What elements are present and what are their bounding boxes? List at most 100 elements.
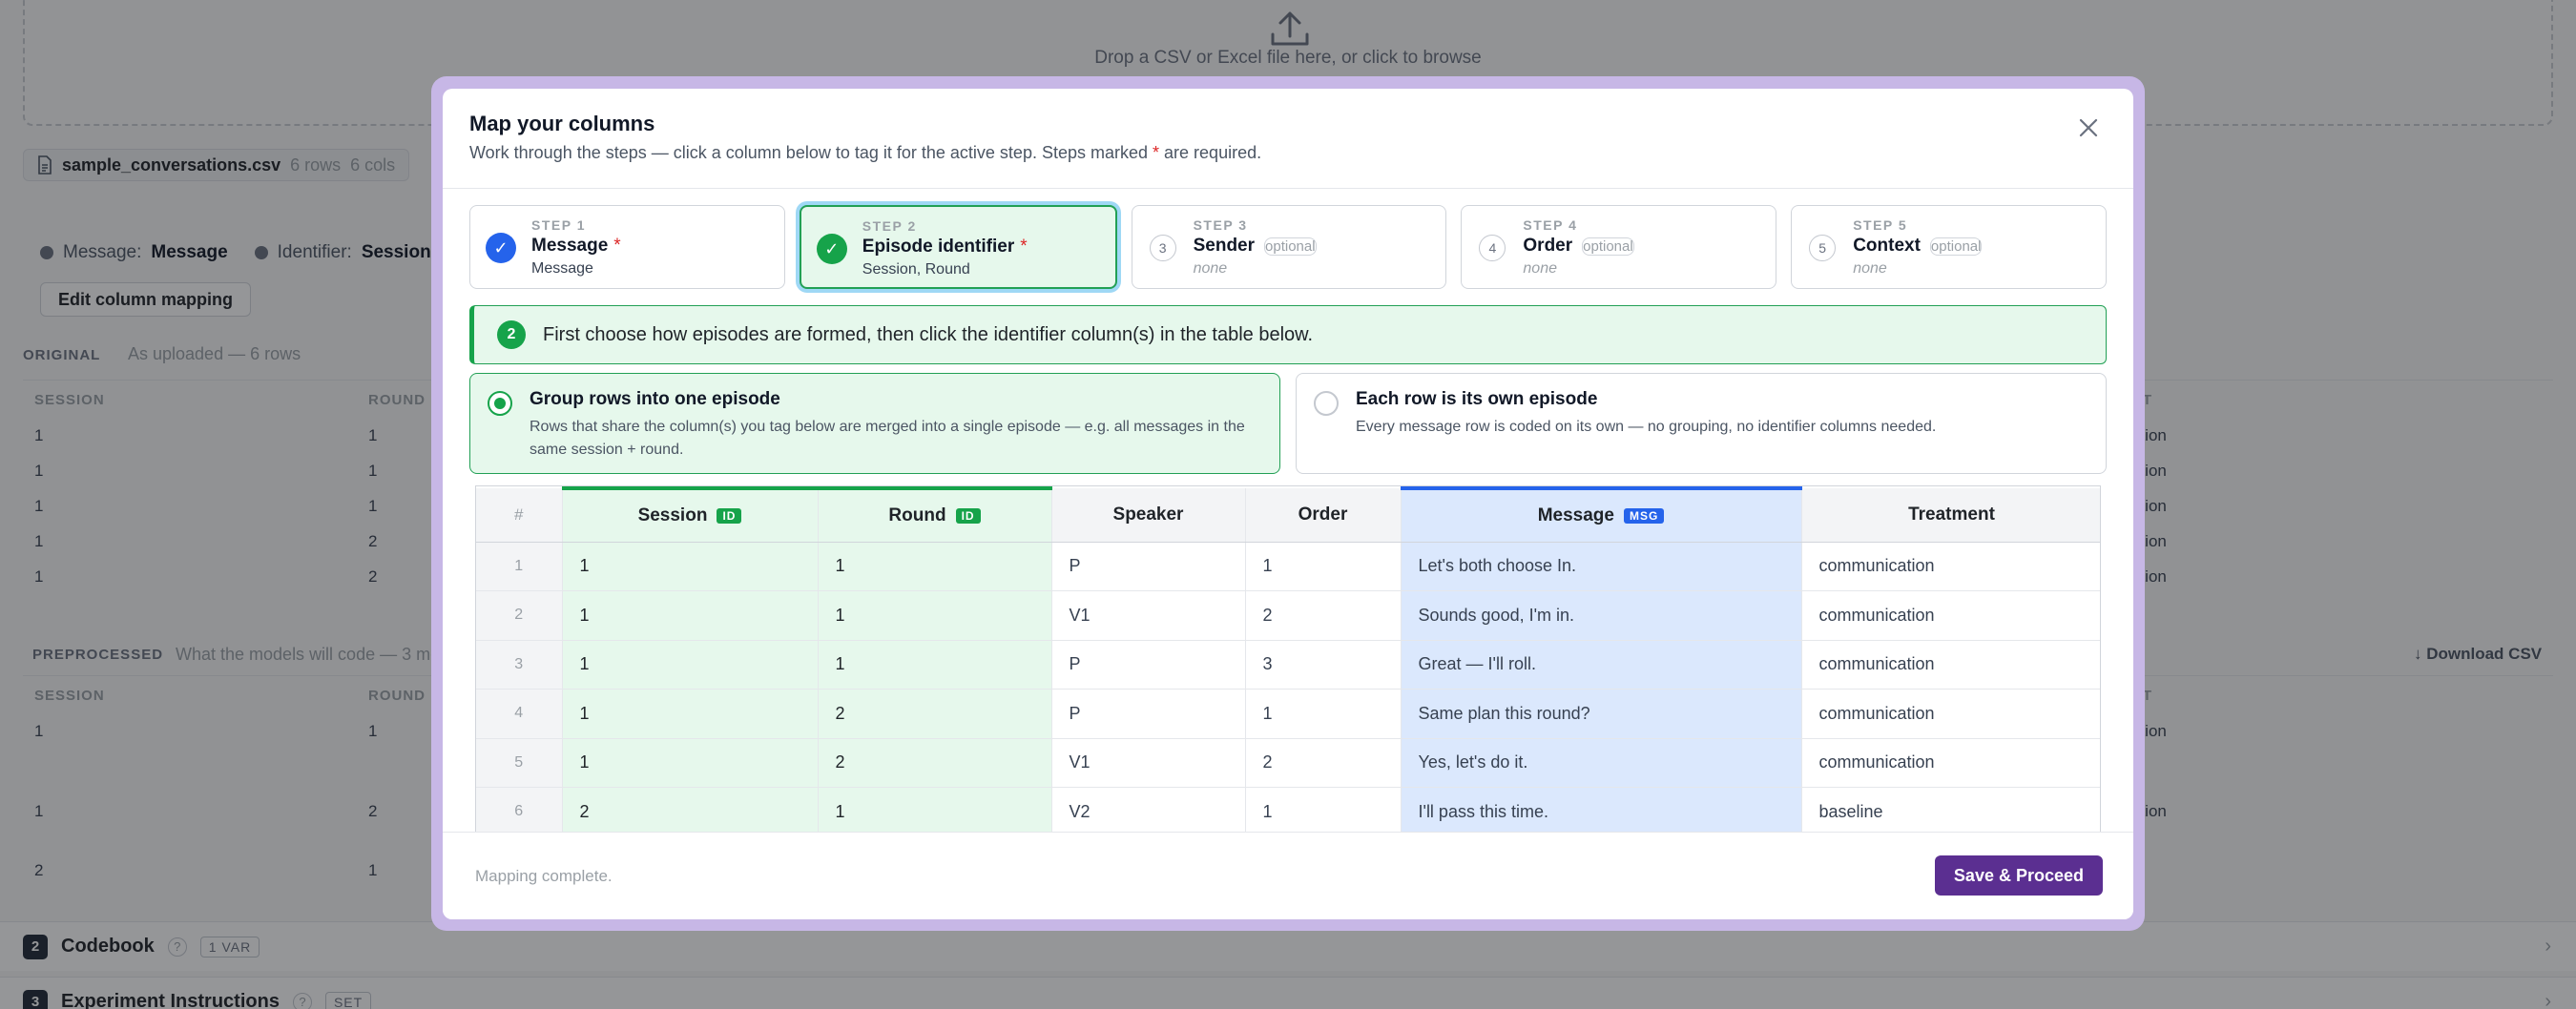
hint-step-number: 2 bbox=[497, 320, 526, 349]
step-value: Message bbox=[531, 260, 593, 277]
id-tag: ID bbox=[717, 507, 742, 524]
step-hint-banner: 2 First choose how episodes are formed, … bbox=[469, 305, 2107, 364]
cell-speaker[interactable]: P bbox=[1051, 689, 1246, 739]
step-kicker: STEP 4 bbox=[1523, 217, 1578, 233]
option-title: Group rows into one episode bbox=[530, 389, 780, 409]
cell-speaker[interactable]: P bbox=[1051, 542, 1246, 591]
cell-round[interactable]: 1 bbox=[818, 640, 1052, 690]
column-header-speaker[interactable]: Speaker bbox=[1051, 488, 1246, 543]
step-context[interactable]: 5 STEP 5 Context optional none bbox=[1791, 205, 2107, 289]
table-row: 1 1 1 P 1 Let's both choose In. communic… bbox=[476, 542, 2100, 591]
id-tag: ID bbox=[955, 507, 981, 524]
cell-message[interactable]: Sounds good, I'm in. bbox=[1401, 590, 1802, 641]
step-name: Sender optional bbox=[1193, 236, 1317, 256]
cell-session[interactable]: 1 bbox=[562, 590, 819, 641]
cell-message[interactable]: I'll pass this time. bbox=[1401, 787, 1802, 837]
cell-round[interactable]: 2 bbox=[818, 689, 1052, 739]
step-kicker: STEP 2 bbox=[862, 218, 917, 234]
optional-label: optional bbox=[1582, 237, 1634, 256]
optional-label: optional bbox=[1929, 237, 1983, 256]
cell-order[interactable]: 3 bbox=[1245, 640, 1402, 690]
row-number: 1 bbox=[476, 542, 563, 591]
close-button[interactable] bbox=[2074, 113, 2103, 142]
option-description: Rows that share the column(s) you tag be… bbox=[530, 419, 1245, 458]
row-number: 3 bbox=[476, 640, 563, 690]
cell-round[interactable]: 1 bbox=[818, 542, 1052, 591]
column-header-session[interactable]: Session ID bbox=[562, 486, 819, 543]
step-message[interactable]: ✓ STEP 1 Message * Message bbox=[469, 205, 785, 289]
cell-treatment[interactable]: communication bbox=[1801, 542, 2100, 591]
step-value: none bbox=[1193, 260, 1228, 277]
cell-order[interactable]: 2 bbox=[1245, 738, 1402, 788]
option-each-row[interactable]: Each row is its own episode Every messag… bbox=[1296, 373, 2107, 474]
step-kicker: STEP 3 bbox=[1193, 217, 1248, 233]
row-number: 4 bbox=[476, 689, 563, 739]
hint-text: First choose how episodes are formed, th… bbox=[543, 323, 1314, 345]
cell-session[interactable]: 1 bbox=[562, 640, 819, 690]
check-icon: ✓ bbox=[486, 233, 516, 263]
required-star: * bbox=[1020, 237, 1028, 257]
radio-selected[interactable] bbox=[488, 391, 512, 416]
step-name: Order optional bbox=[1523, 236, 1634, 256]
step-episode-identifier[interactable]: ✓ STEP 2 Episode identifier * Session, Ro… bbox=[799, 205, 1117, 289]
step-name: Episode identifier * bbox=[862, 237, 1028, 257]
cell-treatment[interactable]: communication bbox=[1801, 689, 2100, 739]
cell-treatment[interactable]: baseline bbox=[1801, 787, 2100, 837]
cell-session[interactable]: 1 bbox=[562, 738, 819, 788]
cell-message[interactable]: Let's both choose In. bbox=[1401, 542, 1802, 591]
step-number: 3 bbox=[1149, 235, 1176, 261]
row-number: 5 bbox=[476, 738, 563, 788]
cell-speaker[interactable]: V1 bbox=[1051, 590, 1246, 641]
cell-message[interactable]: Same plan this round? bbox=[1401, 689, 1802, 739]
cell-treatment[interactable]: communication bbox=[1801, 738, 2100, 788]
step-order[interactable]: 4 STEP 4 Order optional none bbox=[1461, 205, 1777, 289]
step-kicker: STEP 5 bbox=[1853, 217, 1908, 233]
cell-treatment[interactable]: communication bbox=[1801, 590, 2100, 641]
cell-speaker[interactable]: V1 bbox=[1051, 738, 1246, 788]
step-number: 5 bbox=[1809, 235, 1837, 261]
cell-session[interactable]: 1 bbox=[562, 542, 819, 591]
cell-order[interactable]: 1 bbox=[1245, 542, 1402, 591]
table-row: 4 1 2 P 1 Same plan this round? communic… bbox=[476, 689, 2100, 739]
step-value: none bbox=[1853, 260, 1887, 277]
cell-message[interactable]: Yes, let's do it. bbox=[1401, 738, 1802, 788]
cell-treatment[interactable]: communication bbox=[1801, 640, 2100, 690]
optional-label: optional bbox=[1264, 237, 1317, 256]
column-header-round[interactable]: Round ID bbox=[818, 486, 1052, 543]
dialog-subtitle: Work through the steps — click a column … bbox=[469, 143, 1262, 162]
table-row: 2 1 1 V1 2 Sounds good, I'm in. communic… bbox=[476, 590, 2100, 641]
option-group-rows[interactable]: Group rows into one episode Rows that sh… bbox=[469, 373, 1280, 474]
save-and-proceed-button[interactable]: Save & Proceed bbox=[1934, 855, 2103, 896]
rownum-header: # bbox=[476, 488, 563, 543]
cell-speaker[interactable]: P bbox=[1051, 640, 1246, 690]
episode-mode-options: Group rows into one episode Rows that sh… bbox=[469, 373, 2107, 474]
radio-unselected[interactable] bbox=[1314, 391, 1339, 416]
map-columns-dialog: Map your columns Work through the steps … bbox=[443, 89, 2133, 919]
dialog-footer: Mapping complete. Save & Proceed bbox=[443, 832, 2133, 919]
stepper: ✓ STEP 1 Message * Message ✓ STEP 2 Episo… bbox=[469, 205, 2107, 291]
dialog-title: Map your columns bbox=[469, 112, 655, 135]
column-header-message[interactable]: Message MSG bbox=[1401, 486, 1802, 543]
cell-order[interactable]: 1 bbox=[1245, 787, 1402, 837]
divider bbox=[443, 188, 2133, 189]
column-header-order[interactable]: Order bbox=[1245, 488, 1402, 543]
close-icon bbox=[2079, 118, 2098, 137]
cell-message[interactable]: Great — I'll roll. bbox=[1401, 640, 1802, 690]
cell-speaker[interactable]: V2 bbox=[1051, 787, 1246, 837]
column-header-treatment[interactable]: Treatment bbox=[1801, 488, 2100, 543]
cell-round[interactable]: 2 bbox=[818, 738, 1052, 788]
cell-order[interactable]: 2 bbox=[1245, 590, 1402, 641]
required-star: * bbox=[613, 236, 621, 256]
row-number: 2 bbox=[476, 590, 563, 641]
step-name: Message * bbox=[531, 236, 621, 256]
cell-round[interactable]: 1 bbox=[818, 787, 1052, 837]
mapping-status: Mapping complete. bbox=[475, 867, 613, 885]
step-sender[interactable]: 3 STEP 3 Sender optional none bbox=[1131, 205, 1447, 289]
option-description: Every message row is coded on its own — … bbox=[1356, 419, 1937, 435]
step-value: Session, Round bbox=[862, 261, 970, 278]
cell-session[interactable]: 2 bbox=[562, 787, 819, 837]
cell-session[interactable]: 1 bbox=[562, 689, 819, 739]
check-icon: ✓ bbox=[816, 234, 847, 264]
cell-order[interactable]: 1 bbox=[1245, 689, 1402, 739]
cell-round[interactable]: 1 bbox=[818, 590, 1052, 641]
